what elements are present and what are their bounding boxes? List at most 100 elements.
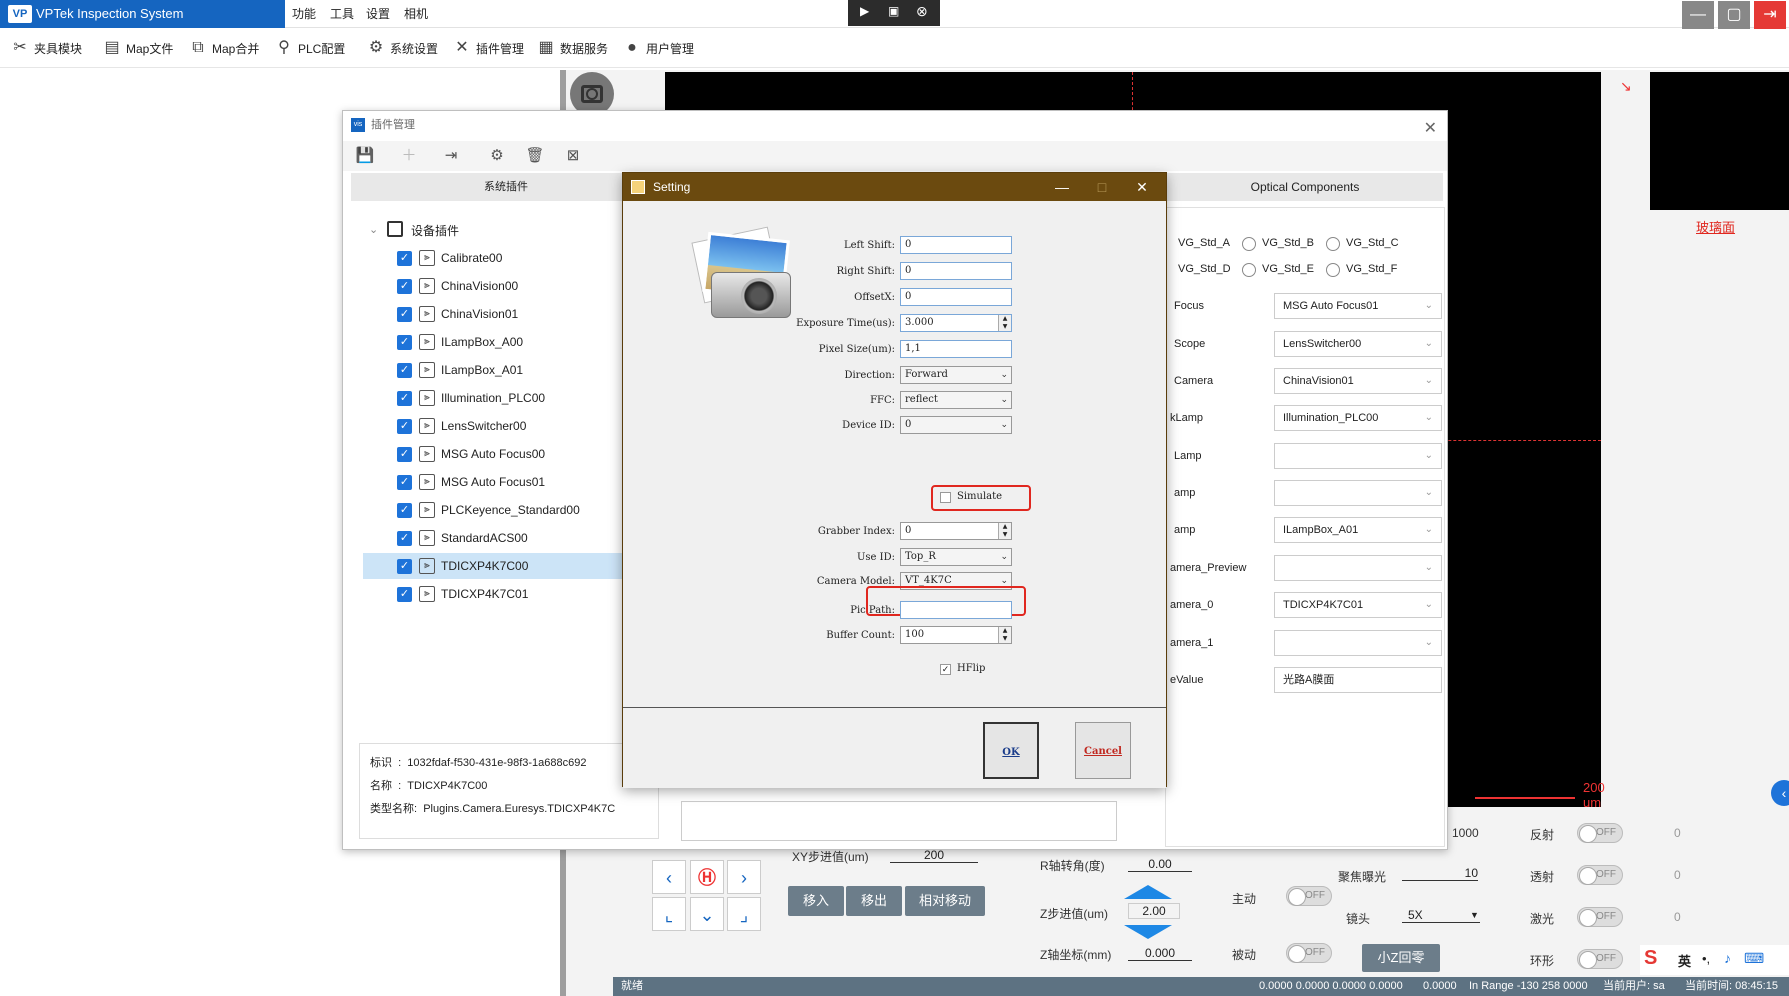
menu-tools[interactable]: 工具 — [330, 0, 354, 28]
restore-button[interactable]: ▢ — [1718, 1, 1750, 29]
device-id-select[interactable]: 0 ⌄ — [900, 416, 1012, 434]
laser-toggle[interactable]: OFF — [1577, 907, 1623, 927]
relative-move-button[interactable]: 相对移动 — [905, 886, 985, 916]
checkbox-checked[interactable]: ✓ — [397, 531, 412, 546]
left-shift-input[interactable]: 0 — [900, 236, 1012, 254]
prop-select[interactable]: LensSwitcher00 ⌄ — [1274, 331, 1442, 357]
tab-system-plugins[interactable]: 系统插件 — [351, 173, 661, 201]
ime-toolbar[interactable]: S 英 •, ♪ ⌨ — [1640, 945, 1789, 975]
screen-icon[interactable]: ▣ — [888, 4, 899, 18]
radio-button[interactable] — [1242, 237, 1256, 251]
grabber-index-input[interactable]: 0 ▲ ▼ — [900, 522, 1012, 540]
menu-settings[interactable]: 设置 — [366, 0, 390, 28]
home-button[interactable]: Ⓗ — [690, 860, 724, 894]
offsetx-input[interactable]: 0 — [900, 288, 1012, 306]
move-down-button[interactable]: ⌄ — [690, 897, 724, 931]
tab-optical-components[interactable]: Optical Components — [1167, 173, 1443, 201]
passive-toggle[interactable]: OFF — [1286, 943, 1332, 963]
r-angle-input[interactable]: 0.00 — [1128, 857, 1192, 872]
minimize-button[interactable]: — — [1682, 1, 1714, 29]
pic-path-input[interactable] — [900, 601, 1012, 619]
checkbox-checked[interactable]: ✓ — [397, 279, 412, 294]
prop-select[interactable]: MSG Auto Focus01 ⌄ — [1274, 293, 1442, 319]
menu-camera[interactable]: 相机 — [404, 0, 428, 28]
import-icon[interactable]: ⇥ — [441, 146, 461, 166]
checkbox-checked[interactable]: ✓ — [397, 475, 412, 490]
transmit-toggle[interactable]: OFF — [1577, 865, 1623, 885]
tree-root-label[interactable]: 设备插件 — [411, 222, 459, 239]
prop-input[interactable]: 光路A膜面 — [1274, 667, 1442, 693]
prop-select[interactable]: ⌄ — [1274, 630, 1442, 656]
glass-surface-link[interactable]: 玻璃面 — [1696, 217, 1735, 236]
reflect-toggle[interactable]: OFF — [1577, 823, 1623, 843]
user-management-button[interactable]: ● 用户管理 — [622, 38, 694, 60]
prop-select[interactable]: ⌄ — [1274, 555, 1442, 581]
right-shift-input[interactable]: 0 — [900, 262, 1012, 280]
prop-select[interactable]: TDICXP4K7C01 ⌄ — [1274, 592, 1442, 618]
map-file-button[interactable]: ▤ Map文件 — [102, 38, 173, 60]
pixel-size-input[interactable]: 1,1 — [900, 340, 1012, 358]
fixture-module-button[interactable]: ✂ 夹具模块 — [10, 38, 82, 60]
up-arrow-icon[interactable] — [1124, 885, 1172, 899]
checkbox-checked[interactable]: ✓ — [397, 363, 412, 378]
gear-icon[interactable]: ⚙ — [487, 146, 507, 166]
active-toggle[interactable]: OFF — [1286, 886, 1332, 906]
menu-function[interactable]: 功能 — [292, 0, 316, 28]
system-settings-button[interactable]: ⚙ 系统设置 — [366, 38, 438, 60]
add-icon[interactable]: ＋ — [399, 146, 419, 166]
checkbox-checked[interactable]: ✓ — [397, 391, 412, 406]
prop-select[interactable]: Illumination_PLC00 ⌄ — [1274, 405, 1442, 431]
move-in-button[interactable]: 移入 — [788, 886, 844, 916]
checkbox-checked[interactable]: ✓ — [397, 307, 412, 322]
ffc-select[interactable]: reflect ⌄ — [900, 391, 1012, 409]
move-left-button[interactable]: ‹ — [652, 860, 686, 894]
exit-button[interactable]: ⇥ — [1754, 1, 1786, 29]
plugin-manager-button[interactable]: ✕ 插件管理 — [452, 38, 524, 60]
radio-button[interactable] — [1326, 237, 1340, 251]
collapse-icon[interactable]: ↘ — [1620, 78, 1632, 95]
prop-select[interactable]: ⌄ — [1274, 480, 1442, 506]
minimize-icon[interactable]: — — [1042, 173, 1082, 201]
direction-select[interactable]: Forward ⌄ — [900, 366, 1012, 384]
z-step-input[interactable]: 2.00 — [1128, 903, 1180, 919]
close-icon[interactable]: ✕ — [1424, 115, 1437, 143]
checkbox-checked[interactable]: ✓ — [397, 587, 412, 602]
pin-icon[interactable]: ▶ — [860, 4, 869, 18]
buffer-count-input[interactable]: 100 ▲ ▼ — [900, 626, 1012, 644]
ok-button[interactable]: OK — [983, 722, 1039, 779]
close-icon[interactable]: ✕ — [1122, 173, 1162, 201]
checkbox-checked[interactable]: ✓ — [397, 419, 412, 434]
checkbox-checked[interactable]: ✓ — [397, 335, 412, 350]
cancel-button[interactable]: Cancel — [1075, 722, 1131, 779]
move-right-button[interactable]: › — [727, 860, 761, 894]
simulate-checkbox[interactable] — [940, 492, 951, 503]
move-out-button[interactable]: 移出 — [846, 886, 902, 916]
hflip-checkbox[interactable]: ✓ — [940, 664, 951, 675]
trash-icon[interactable]: 🗑 — [525, 146, 545, 166]
prop-select[interactable]: ⌄ — [1274, 443, 1442, 469]
close-share-icon[interactable]: ⊗ — [916, 3, 928, 20]
radio-button[interactable] — [1326, 263, 1340, 277]
ring-toggle[interactable]: OFF — [1577, 949, 1623, 969]
prop-select[interactable]: ChinaVision01 ⌄ — [1274, 368, 1442, 394]
down-arrow-icon[interactable] — [1124, 925, 1172, 939]
collapse-chevron-icon[interactable]: ⌄ — [369, 223, 378, 236]
focus-exposure-input[interactable]: 10 — [1402, 866, 1478, 881]
checkbox-checked[interactable]: ✓ — [397, 503, 412, 518]
use-id-select[interactable]: Top_R ⌄ — [900, 548, 1012, 566]
corner-bl-button[interactable]: ⌞ — [652, 897, 686, 931]
checkbox-checked[interactable]: ✓ — [397, 559, 412, 574]
map-merge-button[interactable]: ⧉ Map合并 — [188, 38, 259, 60]
prop-select[interactable]: ILampBox_A01 ⌄ — [1274, 517, 1442, 543]
z-home-button[interactable]: 小Z回零 — [1362, 944, 1440, 972]
checkbox-checked[interactable]: ✓ — [397, 447, 412, 462]
data-service-button[interactable]: ▦ 数据服务 — [536, 38, 608, 60]
lens-select[interactable]: 5X — [1402, 908, 1480, 923]
corner-br-button[interactable]: ⌟ — [727, 897, 761, 931]
radio-button[interactable] — [1242, 263, 1256, 277]
xy-step-input[interactable]: 200 — [890, 848, 978, 863]
exposure-time-input[interactable]: 3.000 ▲ ▼ — [900, 314, 1012, 332]
checkbox-checked[interactable]: ✓ — [397, 251, 412, 266]
plc-config-button[interactable]: ⚲ PLC配置 — [274, 38, 345, 60]
save-icon[interactable]: 💾 — [355, 146, 375, 166]
